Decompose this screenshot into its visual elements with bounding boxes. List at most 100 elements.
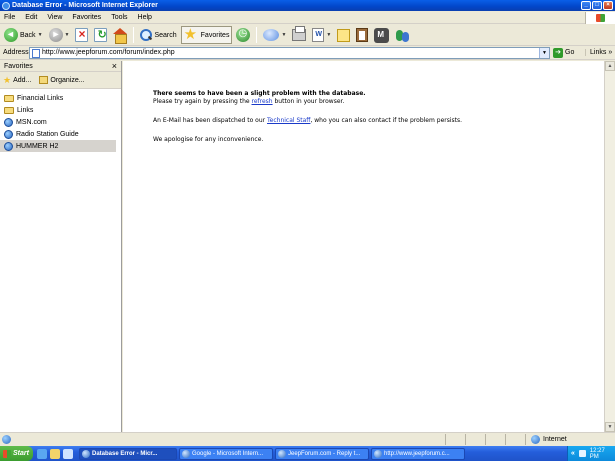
go-button[interactable]: ➔ Go	[553, 47, 583, 58]
home-button[interactable]	[111, 26, 129, 44]
page-icon	[32, 48, 40, 58]
stop-icon	[75, 27, 89, 42]
organize-favorites-button[interactable]: Organize...	[39, 76, 85, 84]
task-google[interactable]: Google - Microsoft Intern...	[179, 447, 273, 460]
menu-help[interactable]: Help	[138, 14, 152, 21]
refresh-button[interactable]	[92, 26, 109, 44]
favorite-item-financial-links[interactable]: Financial Links	[0, 92, 121, 104]
status-bar: Internet	[0, 432, 615, 445]
forward-dropdown-icon[interactable]: ▼	[65, 32, 70, 38]
search-button[interactable]: Search	[138, 26, 178, 44]
status-page-icon	[2, 434, 11, 444]
discuss-button[interactable]	[335, 26, 352, 44]
volume-icon[interactable]	[578, 450, 586, 457]
toolbar-separator	[256, 27, 258, 43]
menu-file[interactable]: File	[4, 14, 15, 21]
forward-arrow-icon	[48, 28, 63, 42]
folder-icon	[4, 94, 14, 102]
vertical-scrollbar[interactable]: ▲ ▼	[604, 61, 615, 432]
title-bar: Database Error - Microsoft Internet Expl…	[0, 0, 615, 11]
favorite-item-msn[interactable]: MSN.com	[0, 116, 121, 128]
favorite-item-label: Financial Links	[17, 94, 64, 102]
ie-logo-icon	[2, 2, 10, 10]
retry-text-end: button in your browser.	[272, 98, 345, 105]
error-heading: There seems to have been a slight proble…	[153, 90, 366, 97]
add-label: Add...	[13, 76, 32, 84]
toolbar-separator	[133, 27, 135, 43]
mail-button[interactable]: ▼	[261, 26, 288, 44]
back-button[interactable]: Back ▼	[2, 26, 45, 44]
favorite-item-label: MSN.com	[16, 118, 47, 126]
task-label: Database Error - Micr...	[92, 450, 158, 457]
people-icon	[395, 28, 410, 43]
history-button[interactable]	[234, 26, 252, 44]
links-button[interactable]: Links »	[585, 49, 615, 56]
status-cell	[485, 433, 505, 445]
scroll-down-icon[interactable]: ▼	[605, 422, 615, 432]
ie-quicklaunch-icon[interactable]	[37, 448, 47, 459]
address-input[interactable]: http://www.jeepforum.com/forum/index.php…	[29, 46, 550, 59]
tray-chevron-icon[interactable]: «	[571, 450, 575, 457]
task-label: JeepForum.com - Reply t...	[288, 450, 361, 457]
organize-folder-icon	[39, 76, 49, 84]
minimize-button[interactable]: _	[581, 1, 591, 10]
outlook-quicklaunch-icon[interactable]	[50, 448, 60, 459]
quick-launch	[33, 448, 77, 459]
technical-staff-link[interactable]: Technical Staff	[267, 117, 310, 124]
mail-dropdown-icon[interactable]: ▼	[281, 32, 286, 38]
go-arrow-icon: ➔	[553, 47, 563, 58]
history-icon	[236, 28, 251, 42]
favorites-actions: ★ Add... Organize...	[0, 72, 121, 89]
task-label: http://www.jeepforum.c...	[384, 450, 450, 457]
edit-dropdown-icon[interactable]: ▼	[326, 32, 331, 38]
favorite-item-radio-station-guide[interactable]: Radio Station Guide	[0, 128, 121, 140]
links-label: Links	[590, 49, 607, 56]
search-label: Search	[154, 31, 177, 39]
scroll-up-icon[interactable]: ▲	[605, 61, 615, 71]
contacts-button[interactable]	[393, 26, 412, 44]
desktop-quicklaunch-icon[interactable]	[63, 448, 73, 459]
favorites-close-icon[interactable]: ×	[112, 61, 117, 71]
menu-view[interactable]: View	[47, 14, 62, 21]
window-title: Database Error - Microsoft Internet Expl…	[12, 2, 158, 9]
refresh-link[interactable]: refresh	[252, 98, 273, 105]
window-controls: _ □ ×	[581, 1, 613, 10]
favorite-item-hummer-h2[interactable]: HUMMER H2	[0, 140, 116, 152]
folder-icon	[4, 106, 14, 114]
print-button[interactable]	[290, 26, 308, 44]
menu-favorites[interactable]: Favorites	[72, 14, 101, 21]
messenger-button[interactable]	[372, 26, 391, 44]
task-jeepforum-reply[interactable]: JeepForum.com - Reply t...	[275, 447, 369, 460]
address-dropdown-icon[interactable]: ▼	[539, 47, 549, 58]
close-button[interactable]: ×	[603, 1, 613, 10]
task-jeepforum-url[interactable]: http://www.jeepforum.c...	[371, 447, 465, 460]
windows-logo	[585, 12, 615, 24]
menu-bar: File Edit View Favorites Tools Help	[0, 12, 615, 24]
edit-button[interactable]: ▼	[310, 26, 333, 44]
task-database-error[interactable]: Database Error - Micr...	[79, 447, 177, 460]
status-cell	[445, 433, 465, 445]
research-button[interactable]	[354, 26, 370, 44]
links-chevron-icon: »	[608, 49, 613, 56]
maximize-button[interactable]: □	[592, 1, 602, 10]
stop-button[interactable]	[73, 26, 90, 44]
favorite-item-links[interactable]: Links	[0, 104, 121, 116]
add-favorite-button[interactable]: ★ Add...	[3, 75, 31, 86]
ie-task-icon	[182, 449, 190, 458]
menu-tools[interactable]: Tools	[111, 14, 127, 21]
menu-edit[interactable]: Edit	[25, 14, 37, 21]
search-icon	[140, 29, 153, 41]
zone-label: Internet	[543, 435, 567, 443]
status-cells: Internet	[445, 433, 615, 445]
start-button[interactable]: Start	[0, 446, 33, 461]
go-label: Go	[565, 49, 575, 56]
back-arrow-icon	[4, 28, 18, 42]
favorites-button[interactable]: ★ Favorites	[180, 26, 233, 44]
address-url[interactable]: http://www.jeepforum.com/forum/index.php	[42, 49, 175, 56]
security-zone: Internet	[525, 433, 615, 445]
email-notice: An E-Mail has been dispatched to our Tec…	[153, 117, 593, 125]
forward-button[interactable]: ▼	[47, 26, 72, 44]
back-dropdown-icon[interactable]: ▼	[38, 32, 43, 38]
ie-page-icon	[4, 129, 13, 139]
taskbar: Start Database Error - Micr... Google - …	[0, 446, 615, 461]
